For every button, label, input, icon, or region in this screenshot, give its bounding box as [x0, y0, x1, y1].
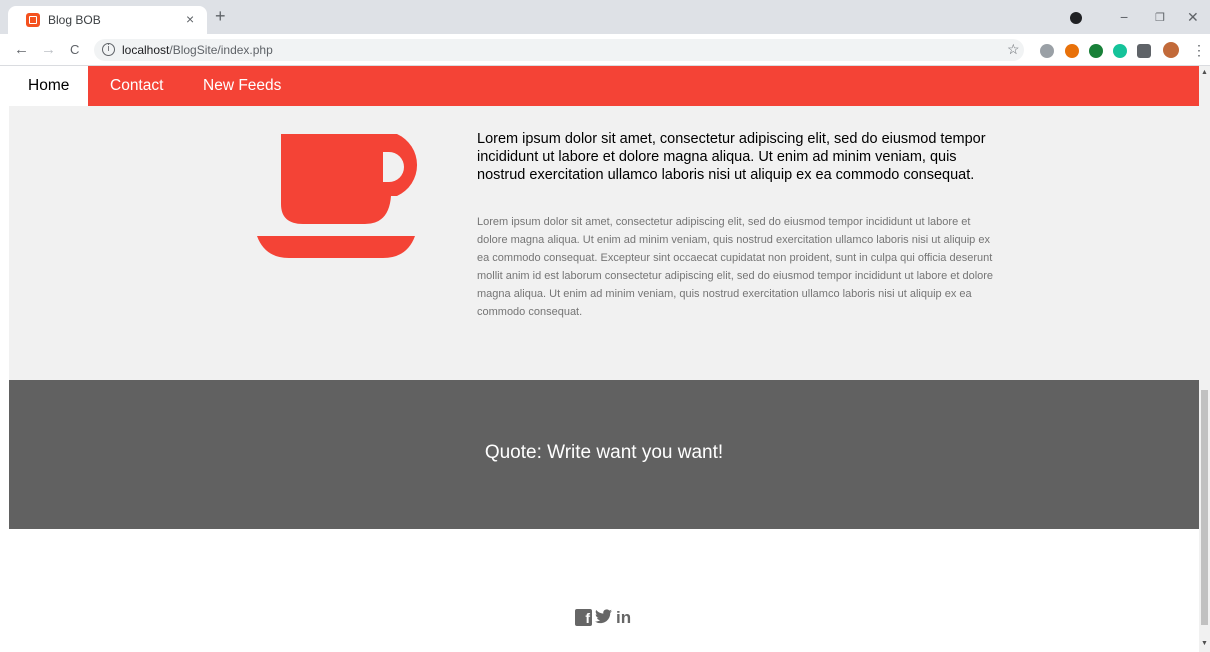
twitter-icon[interactable]	[595, 609, 612, 629]
profile-dot-icon[interactable]	[1070, 12, 1082, 24]
back-button[interactable]: ←	[14, 41, 29, 58]
rupee-extension-icon[interactable]	[1065, 44, 1079, 58]
tab-close-icon[interactable]: ×	[186, 11, 194, 27]
lead-paragraph: Lorem ipsum dolor sit amet, consectetur …	[477, 131, 986, 183]
address-bar[interactable]: i localhost/BlogSite/index.php	[94, 39, 1024, 61]
browser-toolbar: ← → C i localhost/BlogSite/index.php ☆ ⋮	[0, 34, 1210, 66]
tab-title: Blog BOB	[48, 13, 101, 27]
bookmark-star-icon[interactable]: ☆	[1007, 41, 1020, 58]
social-links: f in	[575, 609, 645, 629]
scroll-thumb[interactable]	[1201, 390, 1208, 625]
forward-button[interactable]: →	[41, 41, 56, 58]
url-host: localhost	[122, 43, 170, 57]
tab-strip: Blog BOB × + − ❐ ✕	[0, 0, 1210, 34]
facebook-icon[interactable]: f	[575, 609, 592, 626]
nav-new-feeds[interactable]: New Feeds	[184, 66, 300, 106]
browser-tab[interactable]: Blog BOB ×	[8, 6, 207, 34]
new-tab-button[interactable]: +	[215, 7, 226, 25]
site-navbar: Home Contact New Feeds	[9, 66, 1199, 106]
tree-extension-icon[interactable]	[1089, 44, 1103, 58]
page-scrollbar[interactable]: ▲ ▼	[1199, 66, 1210, 652]
xampp-favicon-icon	[26, 13, 40, 27]
quote-section: Quote: Write want you want!	[9, 380, 1199, 529]
restore-button[interactable]: ❐	[1155, 11, 1165, 24]
body-paragraph: Lorem ipsum dolor sit amet, consectetur …	[477, 216, 994, 318]
browser-menu-icon[interactable]: ⋮	[1192, 42, 1206, 59]
scroll-up-icon[interactable]: ▲	[1201, 69, 1208, 76]
content-section: Lorem ipsum dolor sit amet, consectetur …	[9, 106, 1199, 380]
linkedin-icon[interactable]: in	[616, 609, 631, 627]
url-text: localhost/BlogSite/index.php	[122, 43, 273, 57]
quote-text: Quote: Write want you want!	[484, 442, 724, 463]
nav-home[interactable]: Home	[9, 66, 89, 106]
coffee-cup-icon	[257, 134, 418, 258]
bug-extension-icon[interactable]	[1040, 44, 1054, 58]
window-close-button[interactable]: ✕	[1187, 9, 1199, 26]
nav-contact[interactable]: Contact	[91, 66, 182, 106]
minimize-button[interactable]: −	[1120, 9, 1128, 25]
url-path: /BlogSite/index.php	[169, 43, 273, 57]
scroll-down-icon[interactable]: ▼	[1201, 640, 1208, 647]
browser-window: Blog BOB × + − ❐ ✕ ← → C i localhost/Blo…	[0, 0, 1210, 652]
info-icon[interactable]: i	[102, 43, 115, 56]
puzzle-extension-icon[interactable]	[1137, 44, 1151, 58]
reload-button[interactable]: C	[70, 42, 79, 57]
avatar-icon[interactable]	[1163, 42, 1179, 58]
grammarly-extension-icon[interactable]	[1113, 44, 1127, 58]
footer: f in	[9, 529, 1199, 652]
